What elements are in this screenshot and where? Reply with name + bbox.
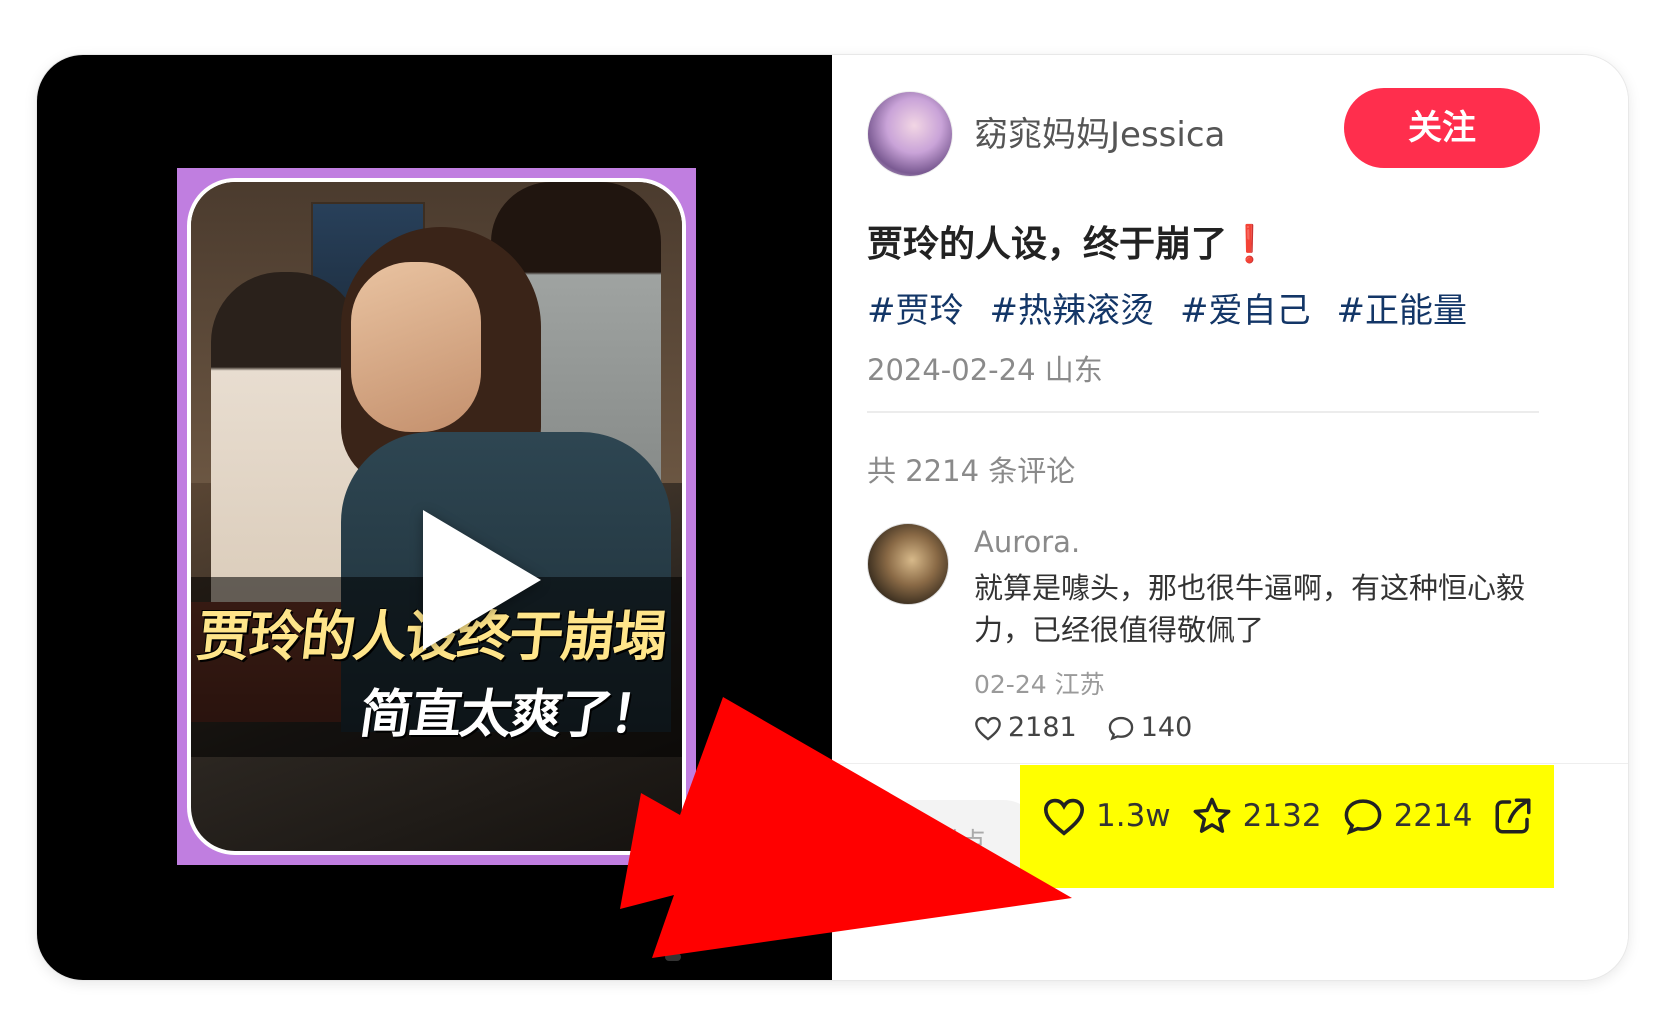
comment-count: 共 2214 条评论: [867, 454, 1076, 488]
tag-link[interactable]: #热辣滚烫: [990, 283, 1155, 332]
chat-bubble-icon: [1344, 799, 1381, 835]
note-detail-panel: 窈窕妈妈Jessica 关注 贾玲的人设，终于崩了❗ #贾玲 #热辣滚烫 #爱自…: [832, 55, 1628, 980]
scene-person-main-face: [351, 262, 481, 432]
follow-button[interactable]: 关注: [1344, 88, 1540, 168]
author-avatar[interactable]: [867, 91, 953, 177]
comment-date-location: 02-24 江苏: [974, 670, 1105, 699]
exclamation-icon: ❗: [1227, 224, 1272, 265]
author-name[interactable]: 窈窕妈妈Jessica: [974, 107, 1225, 156]
like-button[interactable]: 1.3w: [1042, 796, 1171, 836]
media-indicator: [665, 953, 681, 961]
tag-link[interactable]: #贾玲: [867, 283, 964, 332]
comment-stats: 2181 140: [974, 712, 1192, 743]
comment-button[interactable]: 2214: [1342, 796, 1473, 836]
tag-list: #贾玲 #热辣滚烫 #爱自己 #正能量: [867, 283, 1467, 332]
play-icon[interactable]: [423, 510, 541, 650]
comment-total-count: 2214: [1393, 798, 1473, 834]
comment-input[interactable]: 说点: [872, 800, 1042, 878]
divider: [867, 411, 1539, 413]
comment-like-count: 2181: [1008, 712, 1077, 743]
tag-link[interactable]: #爱自己: [1180, 283, 1311, 332]
chat-bubble-icon: [1108, 716, 1133, 741]
user-avatar-small: [890, 823, 922, 855]
comment-text: 就算是噱头，那也很牛逼啊，有这种恒心毅力，已经很值得敬佩了: [974, 571, 1526, 647]
comment-reply-button[interactable]: 140: [1107, 712, 1193, 743]
action-bar: 1.3w 2132 2214: [1042, 795, 1534, 837]
comment-reply-count: 140: [1140, 712, 1193, 743]
tag-link[interactable]: #正能量: [1337, 283, 1468, 332]
post-title-text: 贾玲的人设，终于崩了: [867, 224, 1228, 265]
comment-username[interactable]: Aurora.: [974, 525, 1080, 559]
share-icon: [1495, 798, 1531, 834]
like-count: 1.3w: [1096, 798, 1171, 834]
collect-count: 2132: [1242, 798, 1322, 834]
share-button[interactable]: [1492, 795, 1534, 837]
heart-icon: [975, 716, 1001, 741]
video-caption-line2: 简直太爽了！: [355, 684, 665, 745]
heart-icon: [1043, 798, 1085, 836]
star-icon: [1193, 797, 1231, 833]
post-title: 贾玲的人设，终于崩了❗: [867, 215, 1272, 267]
comment-input-placeholder: 说点: [934, 828, 987, 858]
collect-button[interactable]: 2132: [1191, 796, 1322, 836]
post-date-location: 2024-02-24 山东: [867, 353, 1103, 387]
comment-avatar[interactable]: [867, 523, 949, 605]
video-panel[interactable]: 贾玲的人设终于崩塌 简直太爽了！: [37, 55, 832, 980]
action-bar-divider: [832, 763, 1628, 764]
note-card: 贾玲的人设终于崩塌 简直太爽了！ 窈窕妈妈Jessica 关注 贾玲的人设，终于…: [37, 55, 1628, 980]
comment-like-button[interactable]: 2181: [974, 712, 1077, 743]
